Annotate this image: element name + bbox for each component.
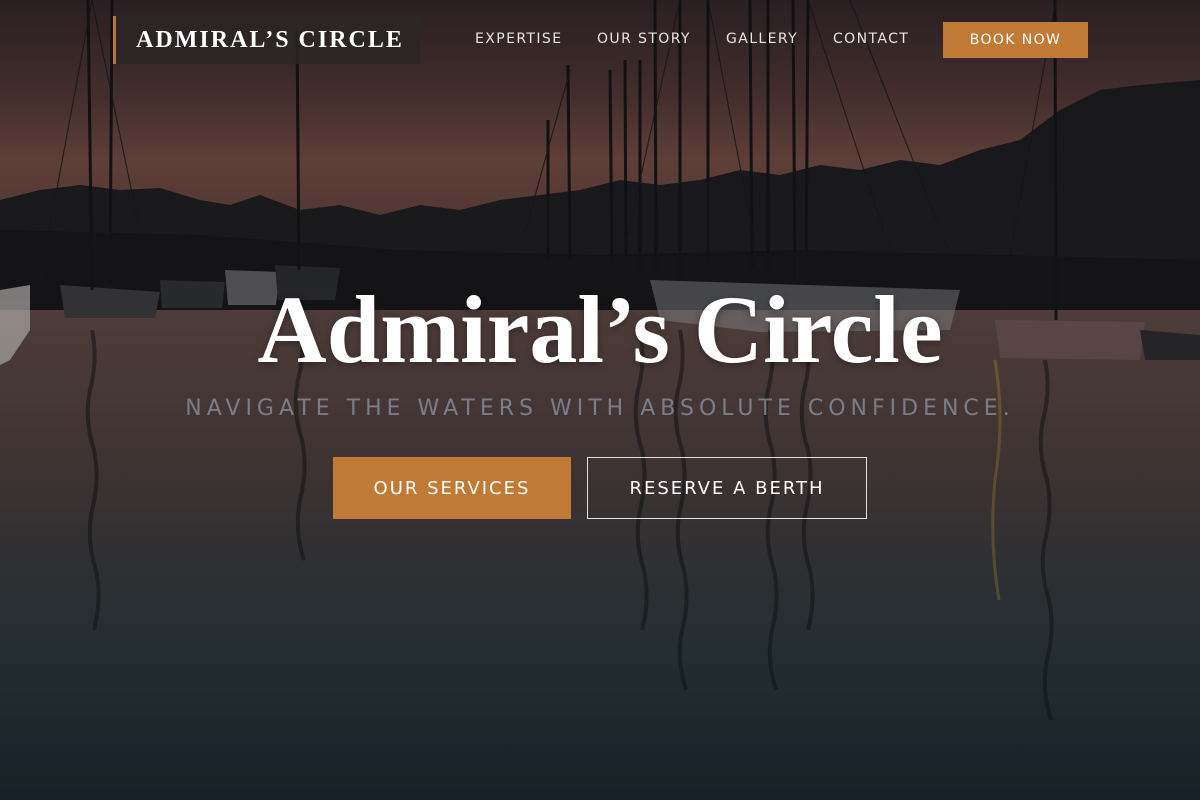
top-navigation: ADMIRAL’S CIRCLE EXPERTISE OUR STORY GAL… bbox=[0, 0, 1200, 80]
our-services-button[interactable]: OUR SERVICES bbox=[333, 457, 571, 519]
hero-subtitle: NAVIGATE THE WATERS WITH ABSOLUTE CONFID… bbox=[185, 396, 1015, 421]
nav-link-expertise[interactable]: EXPERTISE bbox=[475, 31, 562, 49]
nav-link-contact[interactable]: CONTACT bbox=[833, 31, 909, 49]
hero-title: Admiral’s Circle bbox=[257, 276, 943, 383]
book-now-button[interactable]: BOOK NOW bbox=[943, 22, 1088, 58]
brand-logo[interactable]: ADMIRAL’S CIRCLE bbox=[113, 16, 420, 64]
nav-link-gallery[interactable]: GALLERY bbox=[726, 31, 798, 49]
nav-link-our-story[interactable]: OUR STORY bbox=[597, 31, 691, 49]
reserve-a-berth-button[interactable]: RESERVE A BERTH bbox=[587, 457, 867, 519]
